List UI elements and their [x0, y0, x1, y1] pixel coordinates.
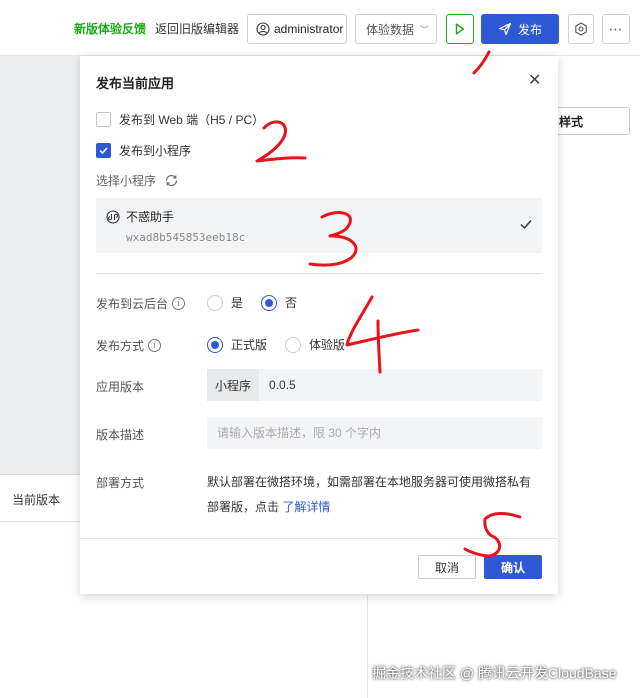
send-icon	[498, 22, 512, 36]
app-version-label: 应用版本	[96, 380, 145, 394]
more-icon: ⋯	[608, 20, 624, 37]
cloud-console-radio-group: 是 否	[207, 294, 297, 311]
close-icon[interactable]: ✕	[528, 70, 541, 90]
cloud-console-label-text: 发布到云后台	[96, 297, 169, 311]
version-desc-label: 版本描述	[96, 428, 145, 442]
feedback-link[interactable]: 新版体验反馈	[74, 20, 146, 37]
publish-web-checkbox[interactable]	[96, 112, 111, 127]
confirm-button-label: 确认	[500, 560, 525, 575]
left-panel-divider	[0, 474, 80, 475]
publish-mode-label-text: 发布方式	[96, 339, 145, 353]
current-version-label: 当前版本	[12, 493, 61, 507]
publish-button[interactable]: 发布	[481, 14, 559, 44]
mini-program-card[interactable]: 不惑助手 wxad8b545853eeb18c	[96, 198, 542, 253]
app-version-value: 0.0.5	[269, 378, 296, 392]
mini-program-name-text: 不惑助手	[126, 210, 175, 224]
publish-web-option[interactable]: 发布到 Web 端（H5 / PC）	[96, 111, 264, 128]
deploy-label: 部署方式	[96, 476, 145, 490]
cloud-console-yes-option[interactable]: 是	[207, 294, 243, 311]
dialog-footer-divider	[80, 538, 558, 539]
cloud-console-label: 发布到云后台 i	[96, 295, 186, 312]
publish-mode-radio-group: 正式版 体验版	[207, 336, 345, 353]
play-icon	[455, 23, 465, 35]
experience-data-dropdown[interactable]: 体验数据 ﹀	[355, 14, 437, 44]
publish-mode-release-radio[interactable]	[207, 336, 223, 353]
checkmark-icon	[99, 147, 108, 155]
publish-mode-label: 发布方式 i	[96, 337, 162, 354]
style-button-label: 样式	[559, 114, 584, 129]
cancel-button[interactable]: 取消	[418, 555, 476, 579]
info-icon[interactable]: i	[148, 339, 162, 352]
publish-mode-release-option[interactable]: 正式版	[207, 336, 267, 353]
mini-program-appid: wxad8b545853eeb18c	[126, 231, 246, 244]
publish-mode-trial-option[interactable]: 体验版	[285, 336, 345, 353]
watermark: 掘金技术社区 @ 腾讯云开发CloudBase	[372, 665, 617, 681]
section-divider	[96, 273, 542, 274]
publish-mode-release-label: 正式版	[231, 338, 268, 352]
user-icon	[256, 22, 270, 36]
preview-button[interactable]	[446, 14, 474, 44]
learn-more-link[interactable]: 了解详情	[282, 500, 330, 514]
version-desc-input[interactable]	[207, 417, 542, 449]
top-bar: 新版体验反馈 返回旧版编辑器 administrator 体验数据 ﹀ 发布 ⋯	[0, 0, 640, 56]
app-version-prefix: 小程序	[207, 369, 260, 401]
deploy-description: 默认部署在微搭环境，如需部署在本地服务器可使用微搭私有部署版，点击 了解详情	[207, 470, 542, 520]
experience-data-label: 体验数据	[366, 22, 415, 37]
settings-button[interactable]	[568, 14, 594, 44]
deploy-description-text: 默认部署在微搭环境，如需部署在本地服务器可使用微搭私有部署版，点击	[207, 475, 532, 514]
user-name: administrator	[274, 22, 344, 36]
user-button[interactable]: administrator	[247, 14, 347, 44]
cancel-button-label: 取消	[434, 560, 459, 575]
publish-mp-label: 发布到小程序	[119, 144, 192, 158]
cloud-console-yes-radio[interactable]	[207, 294, 223, 311]
publish-web-label: 发布到 Web 端（H5 / PC）	[119, 113, 265, 127]
check-icon	[520, 220, 532, 230]
select-mp-label: 选择小程序	[96, 172, 179, 189]
publish-dialog: 发布当前应用 ✕ 发布到 Web 端（H5 / PC） 发布到小程序 选择小程序…	[80, 56, 558, 594]
chevron-down-icon: ﹀	[420, 24, 430, 35]
publish-mp-checkbox[interactable]	[96, 143, 111, 158]
cloud-console-no-radio[interactable]	[261, 294, 278, 311]
app-version-field[interactable]: 小程序 0.0.5	[207, 369, 542, 401]
confirm-button[interactable]: 确认	[484, 555, 542, 579]
info-icon[interactable]: i	[172, 297, 186, 310]
publish-mode-trial-radio[interactable]	[285, 336, 302, 353]
left-panel	[0, 56, 80, 474]
publish-mp-option[interactable]: 发布到小程序	[96, 142, 191, 159]
right-panel	[558, 56, 640, 698]
mini-program-icon	[106, 209, 120, 224]
cloud-console-yes-label: 是	[231, 296, 244, 310]
more-button[interactable]: ⋯	[602, 14, 630, 44]
dialog-title: 发布当前应用	[96, 76, 175, 91]
publish-button-label: 发布	[517, 22, 542, 37]
select-mp-text: 选择小程序	[96, 174, 157, 188]
gear-icon	[575, 22, 587, 36]
publish-mode-trial-label: 体验版	[309, 338, 346, 352]
left-panel-divider-2	[0, 521, 80, 522]
right-panel-divider	[367, 595, 368, 698]
old-editor-link[interactable]: 返回旧版编辑器	[155, 20, 239, 37]
refresh-icon[interactable]	[164, 173, 179, 188]
cloud-console-no-label: 否	[285, 296, 298, 310]
cloud-console-no-option[interactable]: 否	[261, 294, 297, 311]
mini-program-name: 不惑助手	[106, 208, 174, 225]
